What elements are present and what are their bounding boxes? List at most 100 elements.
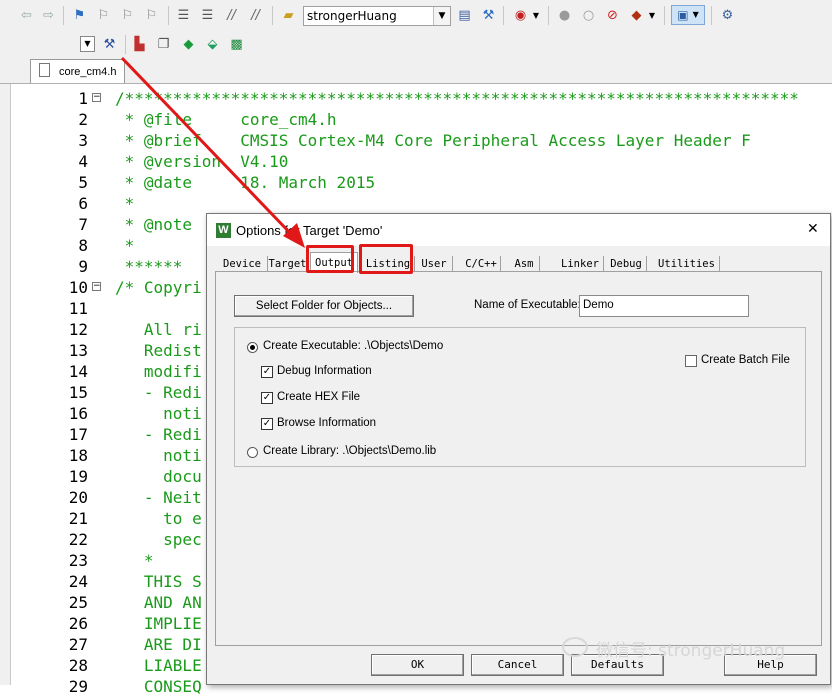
target-name-value: strongerHuang [307,9,397,23]
chevron-down-icon[interactable]: ▼ [532,7,540,24]
comment-icon[interactable]: // [223,7,240,24]
chevron-down-icon[interactable]: ▼ [80,36,95,52]
code-text: ARE DI [115,635,202,654]
dialog-titlebar: W Options for Target 'Demo' ✕ [207,214,830,246]
chevron-down-icon[interactable]: ▼ [433,7,450,25]
tab-c-cpp[interactable]: C/C++ [462,256,501,272]
fold-toggle-icon[interactable]: − [92,282,101,291]
select-packs-icon[interactable]: ❐ [155,36,172,53]
bookmark-toggle-icon[interactable]: ⚑ [71,7,88,24]
select-folder-button[interactable]: Select Folder for Objects... [234,295,414,317]
forward-arrow-icon[interactable]: ⇨ [40,7,57,24]
line-number: 14 [68,362,88,381]
file-tab-bar: core_cm4.h [0,58,832,84]
create-hex-label: Create HEX File [277,391,361,403]
main-toolbar: ⇦ ⇨ ⚑ ⚐ ⚐ ⚐ ☰ ☰ // // ▰ strongerHuang ▼ … [0,0,832,33]
code-text: THIS S [115,572,202,591]
line-number: 3 [78,131,88,150]
line-number: 28 [68,656,88,675]
tab-linker[interactable]: Linker [557,256,604,272]
back-arrow-icon[interactable]: ⇦ [18,7,35,24]
code-text: noti [115,446,202,465]
uncomment-icon[interactable]: // [247,7,264,24]
indent-icon[interactable]: ☰ [175,7,192,24]
code-line: 5 * @date 18. March 2015 [0,172,832,193]
output-tab-highlight [306,245,354,273]
code-text: - Redi [115,425,202,444]
code-text: AND AN [115,593,202,612]
line-number: 19 [68,467,88,486]
code-text: modifi [115,362,202,381]
line-number: 21 [68,509,88,528]
toolbar-separator [548,6,549,25]
line-number: 13 [68,341,88,360]
wrench-icon[interactable]: ⚙ [719,7,736,24]
project-icon[interactable]: ▩ [228,36,245,53]
window-layout-button[interactable]: ▣ ▼ [671,5,705,25]
fold-toggle-icon[interactable]: − [92,93,101,102]
output-group-box: Create Executable: .\Objects\Demo ✓ Debu… [234,327,806,467]
close-icon[interactable]: ✕ [807,221,819,237]
enable-breakpoint-icon[interactable]: ○ [580,7,597,24]
tab-utilities[interactable]: Utilities [654,256,720,272]
tab-asm[interactable]: Asm [509,256,540,272]
tab-debug[interactable]: Debug [606,256,647,272]
window-icon: ▣ [677,8,689,22]
browse-information-checkbox[interactable]: ✓ [261,418,273,430]
disable-breakpoints-icon[interactable]: ⊘ [604,7,621,24]
pack-installer-icon[interactable]: ⬙ [204,36,221,53]
incremental-find-icon[interactable]: ▤ [456,7,473,24]
tab-target[interactable]: Target [268,256,308,272]
debug-session-icon[interactable]: ◉ [512,7,529,24]
create-batch-file-checkbox[interactable] [685,355,697,367]
name-of-executable-input[interactable]: Demo [579,295,749,317]
name-of-executable-label: Name of Executable: [474,299,581,311]
code-text: noti [115,404,202,423]
code-text: All ri [115,320,202,339]
cancel-button[interactable]: Cancel [471,654,564,676]
line-number: 4 [78,152,88,171]
debug-information-checkbox[interactable]: ✓ [261,366,273,378]
chevron-down-icon: ▼ [692,10,699,19]
kill-breakpoints-icon[interactable]: ◆ [628,7,645,24]
toolbar-separator [125,35,126,54]
manage-runtime-icon[interactable]: ◆ [180,36,197,53]
chevron-down-icon[interactable]: ▼ [648,7,656,24]
code-text: * @version V4.10 [115,152,289,171]
code-line: 2 * @file core_cm4.h [0,109,832,130]
create-batch-file-label: Create Batch File [701,354,790,366]
code-text: * [115,236,135,255]
name-of-executable-value: Demo [583,299,614,311]
create-executable-radio[interactable] [247,342,258,353]
create-library-radio[interactable] [247,447,258,458]
code-text: spec [115,530,202,549]
line-number: 25 [68,593,88,612]
bookmark-next-icon[interactable]: ⚐ [119,7,136,24]
line-number: 16 [68,404,88,423]
code-line: 1− /*************************************… [0,88,832,109]
code-text: ****** [115,257,183,276]
bookmark-clear-icon[interactable]: ⚐ [143,7,160,24]
target-options-icon[interactable]: ⚒ [101,36,118,53]
file-tab-core-cm4[interactable]: core_cm4.h [30,59,125,83]
code-line: 6 * [0,193,832,214]
find-icon[interactable]: ⚒ [480,7,497,24]
line-number: 12 [68,320,88,339]
code-text: to e [115,509,202,528]
unindent-icon[interactable]: ☰ [199,7,216,24]
code-text: - Neit [115,488,202,507]
insert-breakpoint-icon[interactable]: ● [556,7,573,24]
line-number: 27 [68,635,88,654]
bookmark-prev-icon[interactable]: ⚐ [95,7,112,24]
line-number: 11 [68,299,88,318]
create-hex-checkbox[interactable]: ✓ [261,392,273,404]
ok-button[interactable]: OK [371,654,464,676]
line-number: 9 [78,257,88,276]
line-number: 20 [68,488,88,507]
manage-project-items-icon[interactable]: ▙ [131,36,148,53]
tab-user[interactable]: User [416,256,453,272]
find-in-files-icon[interactable]: ▰ [280,7,297,24]
tab-device[interactable]: Device [217,256,268,272]
target-name-combo[interactable]: strongerHuang ▼ [303,6,451,26]
options-dialog: W Options for Target 'Demo' ✕ Device Tar… [206,213,831,685]
